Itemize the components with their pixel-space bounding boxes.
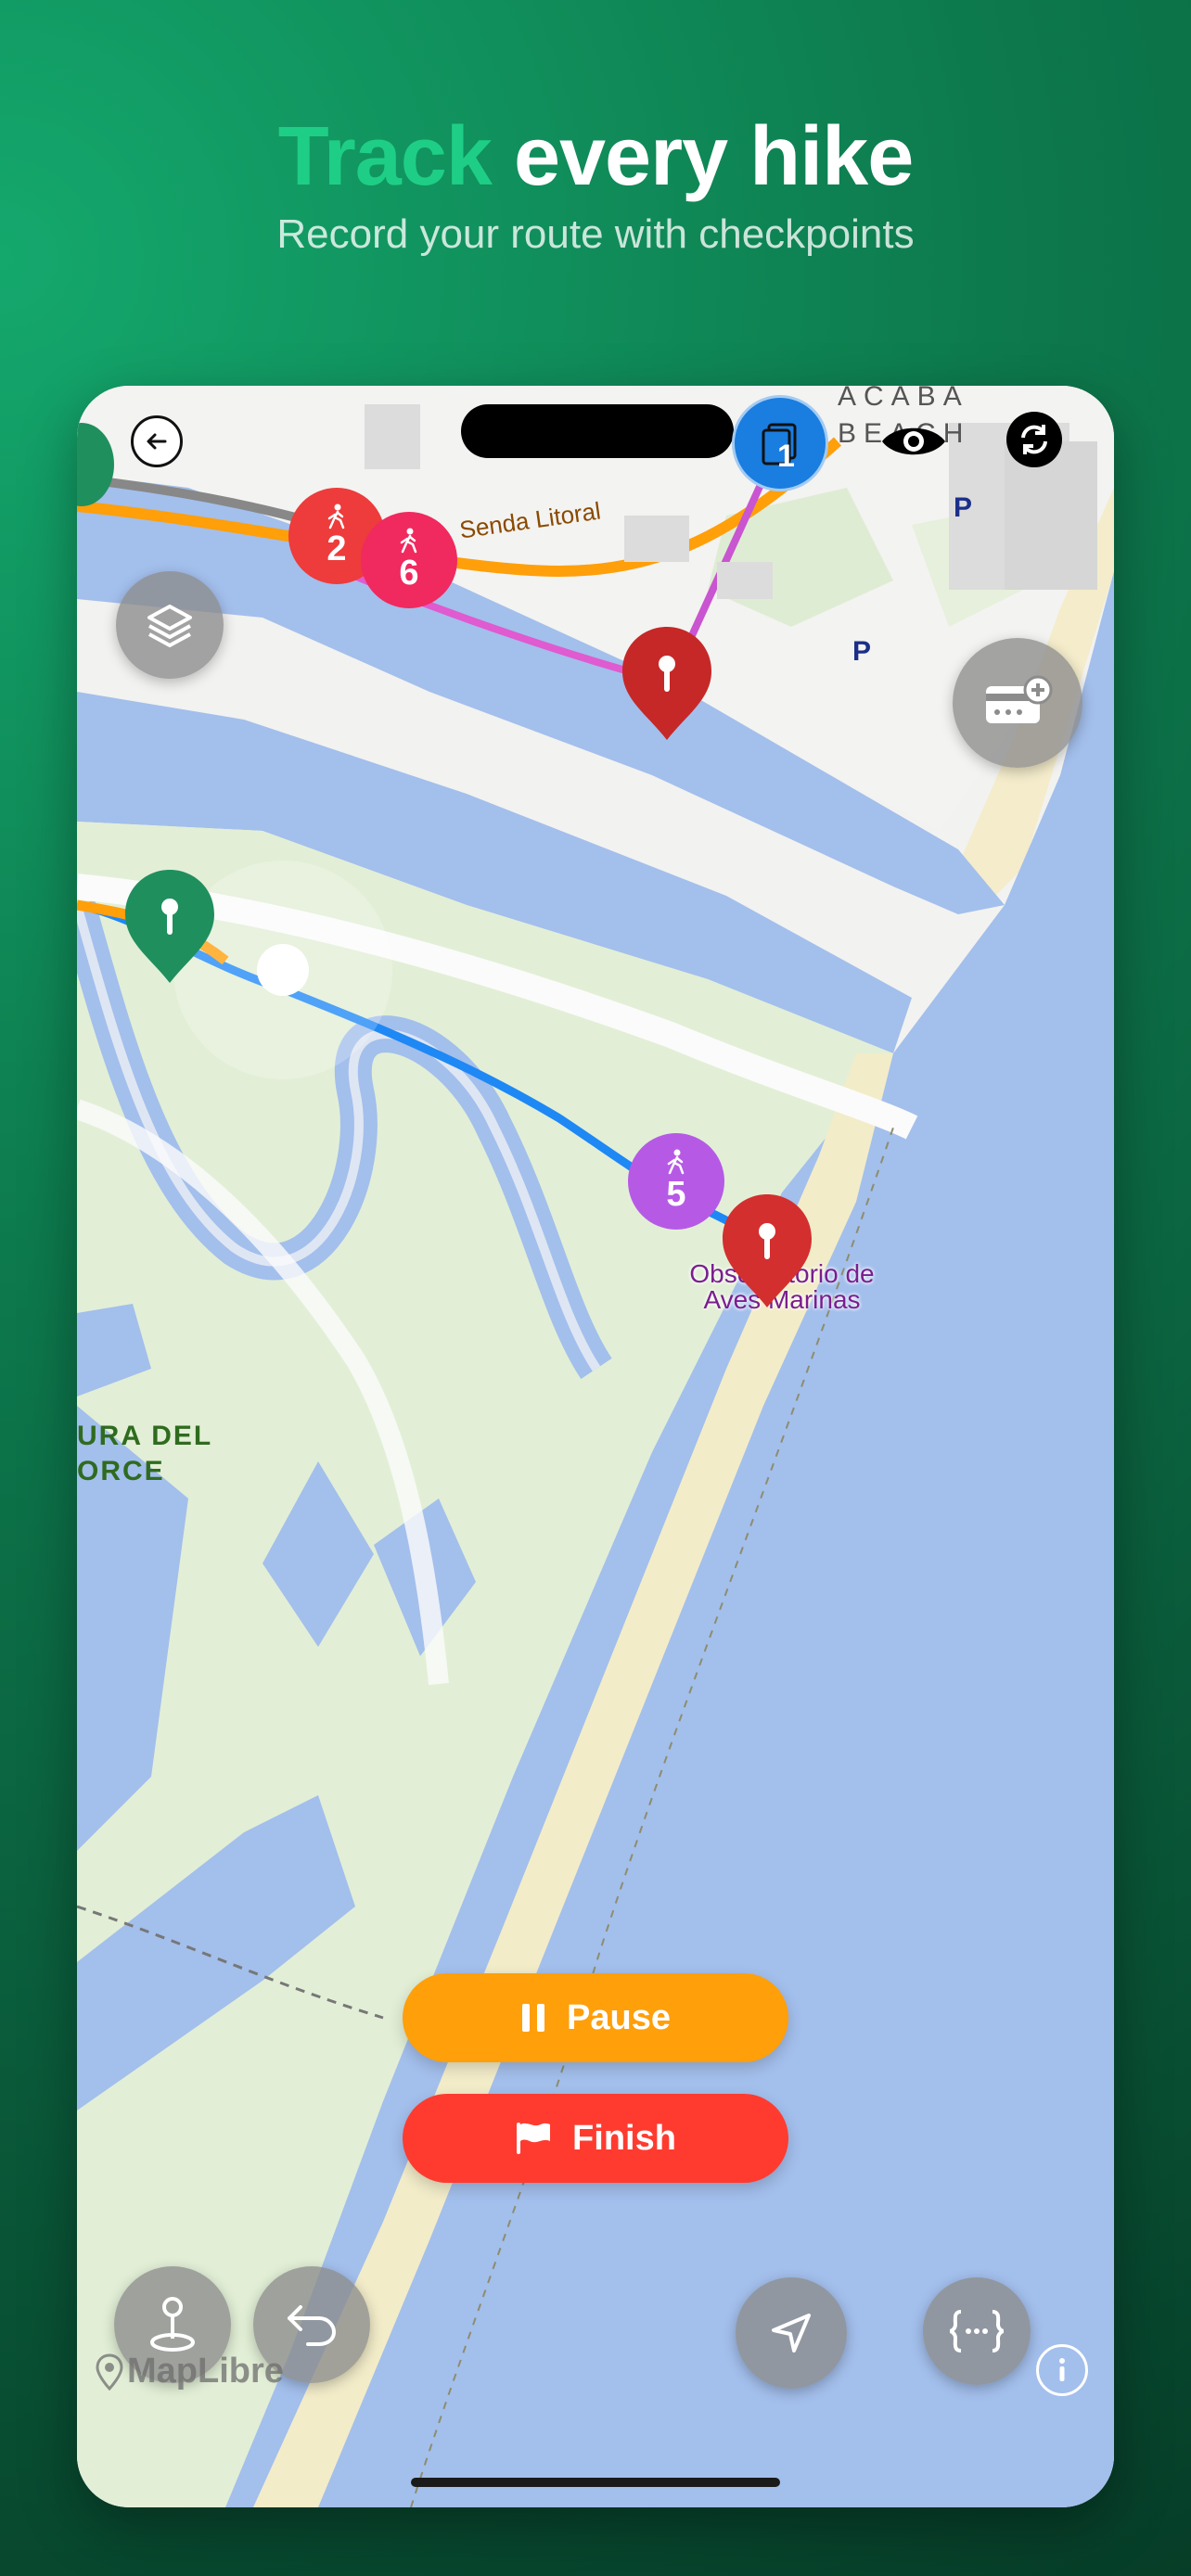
area-label-line2: ORCE xyxy=(77,1456,165,1486)
checkpoint-1-number: 1 xyxy=(777,439,795,474)
parking-label-1: P xyxy=(852,636,872,667)
refresh-button[interactable] xyxy=(1006,412,1062,467)
area-label-line1: URA DEL xyxy=(77,1421,213,1451)
walker-icon xyxy=(327,504,345,529)
pause-label: Pause xyxy=(567,1997,671,2037)
checkpoint-5-number: 5 xyxy=(666,1174,686,1214)
checkpoint-1-marker[interactable]: 1 xyxy=(732,395,828,491)
walker-icon xyxy=(400,528,417,553)
parking-label-2: P xyxy=(954,492,973,523)
checkpoint-6-marker[interactable]: 6 xyxy=(361,512,457,608)
area-label: URA DEL ORCE xyxy=(77,1419,212,1489)
waypoint-pin-green[interactable] xyxy=(122,866,218,987)
navigate-arrow-icon xyxy=(772,2314,811,2353)
back-arrow-icon xyxy=(147,433,167,450)
flag-icon xyxy=(517,2123,551,2154)
layers-button[interactable] xyxy=(116,571,224,679)
maplibre-attribution[interactable]: MapLibre xyxy=(96,2352,284,2391)
layers-icon xyxy=(147,605,192,647)
dynamic-island xyxy=(461,404,734,458)
pause-icon xyxy=(522,2004,545,2032)
undo-icon xyxy=(288,2305,337,2346)
phone-screen: Senda Litoral ACABA BEACH Observatorio d… xyxy=(77,386,1114,2507)
back-button[interactable] xyxy=(131,415,183,467)
checkpoint-6-number: 6 xyxy=(399,553,419,593)
finish-label: Finish xyxy=(572,2118,676,2158)
checkpoint-2-number: 2 xyxy=(327,529,347,568)
pause-button[interactable]: Pause xyxy=(403,1973,788,2062)
info-button[interactable] xyxy=(1036,2344,1088,2396)
headline: Track every hike xyxy=(0,109,1191,205)
add-checkpoint-button[interactable] xyxy=(953,638,1082,768)
beach-label-line1: ACABA xyxy=(838,386,969,412)
developer-button[interactable] xyxy=(923,2277,1031,2385)
visibility-toggle[interactable] xyxy=(877,414,951,469)
map-pin-logo-icon xyxy=(96,2353,123,2391)
home-indicator xyxy=(411,2478,780,2487)
pin-location-icon xyxy=(150,2297,195,2352)
recenter-button[interactable] xyxy=(736,2277,847,2389)
finish-button[interactable]: Finish xyxy=(403,2094,788,2183)
headline-rest: every hike xyxy=(513,110,914,203)
info-icon xyxy=(1059,2358,1065,2381)
walker-icon xyxy=(667,1149,685,1174)
checkpoint-5-marker[interactable]: 5 xyxy=(628,1133,724,1230)
maplibre-text: MapLibre xyxy=(127,2352,284,2391)
refresh-icon xyxy=(1021,425,1047,454)
subtitle: Record your route with checkpoints xyxy=(276,211,915,257)
headline-accent: Track xyxy=(277,110,493,203)
waypoint-pin-red-2[interactable] xyxy=(719,1191,815,1311)
braces-icon xyxy=(949,2310,1005,2353)
add-card-icon xyxy=(986,675,1053,723)
eye-icon xyxy=(882,427,945,455)
waypoint-pin-red-1[interactable] xyxy=(619,623,715,744)
